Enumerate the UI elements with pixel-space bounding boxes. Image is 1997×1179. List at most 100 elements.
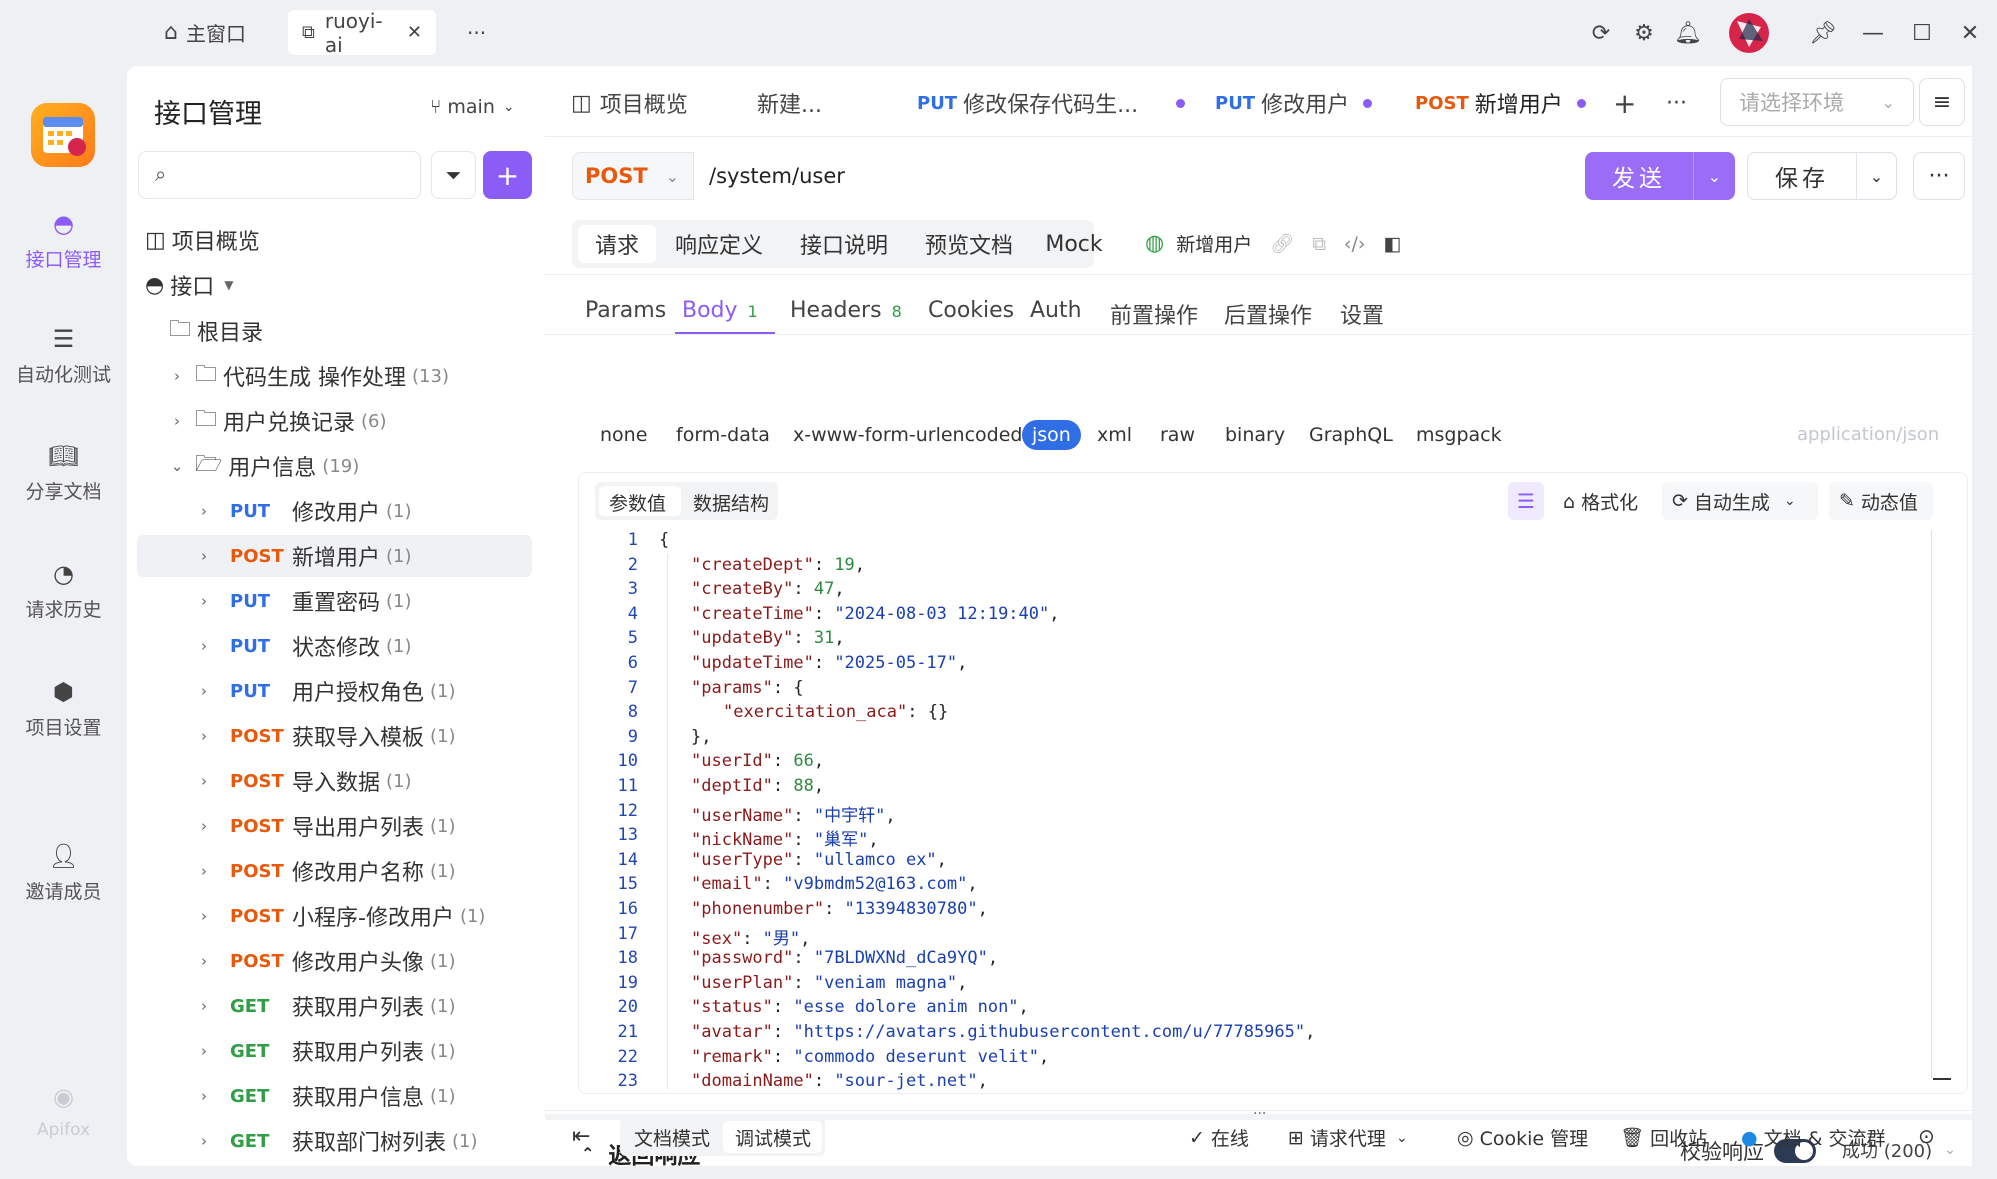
online-status[interactable]: ✓ 在线 bbox=[1189, 1124, 1249, 1151]
wrap-button[interactable]: ☰ bbox=[1508, 482, 1544, 520]
upgrade-icon[interactable]: ⊙ bbox=[1918, 1124, 1935, 1148]
sub-tab[interactable]: 前置操作 bbox=[1110, 298, 1198, 330]
body-type-option[interactable]: msgpack bbox=[1416, 424, 1502, 446]
section-tab[interactable]: 接口说明 bbox=[782, 228, 906, 260]
endpoint-item[interactable]: › POST 导出用户列表 (1) bbox=[127, 805, 545, 847]
body-type-option[interactable]: raw bbox=[1160, 424, 1195, 446]
auto-generate-button[interactable]: ⟳ 自动生成 ⌄ bbox=[1662, 482, 1818, 520]
send-button[interactable]: 发送 ⌄ bbox=[1585, 152, 1735, 200]
rail-history[interactable]: ◔ 请求历史 bbox=[0, 559, 127, 622]
pin-icon[interactable]: 📌︎ bbox=[1808, 18, 1838, 48]
add-button[interactable]: + bbox=[483, 151, 532, 199]
format-button[interactable]: ⌂ 格式化 bbox=[1563, 488, 1638, 515]
endpoint-item[interactable]: › GET 获取用户信息 (1) bbox=[127, 1075, 545, 1117]
branch-selector[interactable]: ⑂ main ⌄ bbox=[430, 96, 515, 118]
tree-root-dir[interactable]: 🗀 根目录 bbox=[127, 310, 545, 352]
trash-button[interactable]: 🗑︎ 回收站 bbox=[1620, 1124, 1707, 1151]
body-type-option[interactable]: form-data bbox=[676, 424, 770, 446]
rail-project-settings[interactable]: ⬢ 项目设置 bbox=[0, 677, 127, 740]
method-select[interactable]: POST ⌄ bbox=[585, 152, 679, 200]
collapse-sidebar-icon[interactable]: ⇤ bbox=[572, 1124, 590, 1149]
body-type-option[interactable]: json bbox=[1022, 420, 1081, 450]
tab-overview[interactable]: ◫ 项目概览 bbox=[571, 80, 688, 126]
settings-icon[interactable]: ⚙ bbox=[1629, 18, 1659, 48]
body-type-option[interactable]: xml bbox=[1097, 424, 1132, 446]
tree-folder[interactable]: › 🗀 代码生成 操作处理 (13) bbox=[127, 355, 545, 397]
section-tab[interactable]: 响应定义 bbox=[656, 228, 782, 260]
link-icon[interactable]: 🔗︎ bbox=[1270, 232, 1294, 255]
tab-param-values[interactable]: 参数值 bbox=[609, 489, 666, 516]
endpoint-item[interactable]: › GET 获取部门树列表 (1) bbox=[127, 1120, 545, 1162]
rail-share-docs[interactable]: 📖︎ 分享文档 bbox=[0, 441, 127, 504]
body-type-option[interactable]: none bbox=[600, 424, 647, 446]
doc-mode-tab[interactable]: 文档模式 bbox=[634, 1124, 710, 1151]
sub-tab[interactable]: 后置操作 bbox=[1224, 298, 1312, 330]
url-input[interactable]: /system/user bbox=[693, 152, 1689, 200]
sub-tab[interactable]: Params bbox=[585, 298, 666, 323]
environment-select[interactable]: 请选择环境 ⌄ bbox=[1720, 78, 1914, 126]
scrollbar-track[interactable] bbox=[1931, 530, 1932, 1078]
endpoint-item[interactable]: › POST 小程序-修改用户 (1) bbox=[127, 895, 545, 937]
more-actions-button[interactable]: ··· bbox=[1913, 152, 1965, 200]
body-type-option[interactable]: x-www-form-urlencoded bbox=[793, 424, 1022, 446]
tree-api-root[interactable]: ◓ 接口 ▼ bbox=[127, 264, 545, 306]
close-icon[interactable]: ✕ bbox=[407, 22, 422, 43]
filter-button[interactable]: ⏷ bbox=[431, 151, 476, 199]
save-button[interactable]: 保存 ⌄ bbox=[1747, 152, 1897, 200]
window-close-icon[interactable]: ✕ bbox=[1955, 18, 1985, 48]
endpoint-item[interactable]: › POST 获取导入模板 (1) bbox=[127, 715, 545, 757]
section-tab[interactable]: 请求 bbox=[578, 228, 656, 260]
community-button[interactable]: ● 文档 & 交流群 bbox=[1741, 1124, 1886, 1151]
endpoint-item[interactable]: › GET 获取用户列表 (1) bbox=[127, 1030, 545, 1072]
section-tab[interactable]: 预览文档 bbox=[906, 228, 1032, 260]
cookie-manager[interactable]: ◎ Cookie 管理 bbox=[1457, 1124, 1588, 1151]
drag-handle-icon[interactable]: ··· bbox=[1253, 1106, 1266, 1122]
copy-icon[interactable]: ⧉ bbox=[1312, 233, 1326, 255]
tab-post-add-user[interactable]: POST 新增用户 bbox=[1415, 80, 1586, 126]
menu-button[interactable]: ≡ bbox=[1919, 78, 1965, 126]
minimize-icon[interactable]: — bbox=[1858, 18, 1888, 48]
tree-folder[interactable]: ⌄ 🗁 用户信息 (19) bbox=[127, 445, 545, 487]
sub-tab[interactable]: Cookies bbox=[928, 298, 1014, 323]
scrollbar-thumb[interactable] bbox=[1933, 1078, 1951, 1080]
endpoint-item[interactable]: › POST 新增用户 (1) bbox=[137, 535, 532, 577]
project-tab[interactable]: ⧉ ruoyi-ai ✕ bbox=[288, 9, 436, 57]
debug-mode-tab[interactable]: 调试模式 bbox=[735, 1124, 811, 1151]
tab-put-update-user[interactable]: PUT 修改用户 bbox=[1215, 80, 1373, 126]
more-tabs-button[interactable]: ··· bbox=[453, 10, 500, 55]
rail-api-management[interactable]: ◓ 接口管理 bbox=[0, 209, 127, 272]
code-area[interactable]: 1 {2 "createDept": 19, 3 "createBy": 47, 4 "cr… bbox=[590, 530, 1935, 1090]
avatar[interactable] bbox=[1729, 13, 1769, 53]
bell-icon[interactable]: 🔔︎ bbox=[1673, 18, 1703, 48]
sub-tab[interactable]: Auth bbox=[1030, 298, 1082, 323]
tab-data-structure[interactable]: 数据结构 bbox=[693, 489, 769, 516]
new-tab-button[interactable]: + bbox=[1613, 80, 1636, 126]
tab-new[interactable]: 新建... bbox=[757, 80, 822, 126]
endpoint-item[interactable]: › PUT 重置密码 (1) bbox=[127, 580, 545, 622]
endpoint-item[interactable]: › POST 修改用户头像 (1) bbox=[127, 940, 545, 982]
dynamic-value-button[interactable]: ✎ 动态值 bbox=[1829, 482, 1933, 520]
maximize-icon[interactable]: ☐ bbox=[1907, 18, 1937, 48]
sub-tab[interactable]: Headers 8 bbox=[790, 298, 902, 323]
endpoint-item[interactable]: › PUT 用户授权角色 (1) bbox=[127, 670, 545, 712]
tree-overview[interactable]: ◫ 项目概览 bbox=[127, 219, 545, 261]
rail-auto-test[interactable]: ☰ 自动化测试 bbox=[0, 324, 127, 387]
tree-folder[interactable]: › 🗀 用户兑换记录 (6) bbox=[127, 400, 545, 442]
code-icon[interactable]: ‹/› bbox=[1344, 233, 1366, 255]
body-type-option[interactable]: binary bbox=[1225, 424, 1285, 446]
proxy-select[interactable]: ⊞ 请求代理 ⌄ bbox=[1288, 1124, 1408, 1151]
endpoint-item[interactable]: › POST 修改用户名称 (1) bbox=[127, 850, 545, 892]
endpoint-item[interactable]: › GET 获取用户列表 (1) bbox=[127, 985, 545, 1027]
sub-tab[interactable]: Body 1 bbox=[682, 298, 758, 323]
endpoint-item[interactable]: › PUT 修改用户 (1) bbox=[127, 490, 545, 532]
rail-invite[interactable]: 👤︎ 邀请成员 bbox=[0, 841, 127, 904]
refresh-icon[interactable]: ⟳ bbox=[1586, 18, 1616, 48]
split-view-icon[interactable]: ◧ bbox=[1384, 233, 1402, 255]
search-input[interactable]: ⌕ bbox=[138, 151, 421, 199]
section-tab[interactable]: Mock bbox=[1032, 232, 1116, 257]
sub-tab[interactable]: 设置 bbox=[1340, 298, 1384, 330]
tab-put-codegen[interactable]: PUT 修改保存代码生... bbox=[917, 80, 1186, 126]
home-tab[interactable]: ⌂ 主窗口 bbox=[150, 10, 260, 55]
endpoint-item[interactable]: › PUT 状态修改 (1) bbox=[127, 625, 545, 667]
endpoint-item[interactable]: › POST 导入数据 (1) bbox=[127, 760, 545, 802]
